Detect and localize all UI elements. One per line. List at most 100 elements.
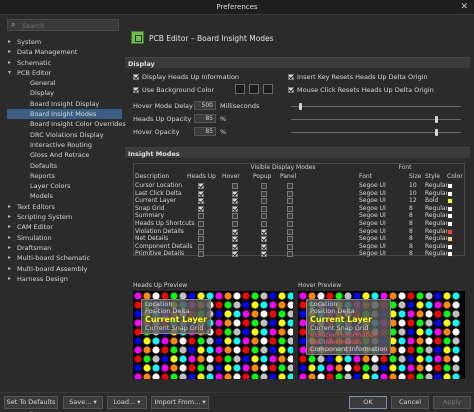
hover-checkbox[interactable] (232, 190, 238, 197)
expand-arrow-icon[interactable]: ▾ (8, 68, 11, 78)
font-color-swatch[interactable] (447, 228, 453, 235)
table-row[interactable]: Primitive Details Segoe UI 8 Regular (133, 250, 465, 258)
tree-item[interactable]: ▸ Multi-board Assembly (7, 264, 122, 274)
tree-item[interactable]: ▸ Schematic (7, 58, 122, 68)
tree-item[interactable]: Models (7, 191, 122, 201)
heads-checkbox[interactable] (198, 243, 204, 250)
use-background-color-checkbox[interactable] (133, 87, 139, 93)
mouse-click-resets-checkbox[interactable] (288, 87, 294, 93)
expand-arrow-icon[interactable]: ▸ (8, 222, 11, 232)
hover-checkbox[interactable] (232, 228, 238, 235)
tree-item[interactable]: ▸ Multi-board Schematic (7, 253, 122, 263)
font-color-swatch[interactable] (447, 183, 453, 189)
hover-checkbox[interactable] (232, 205, 238, 212)
background-color-swatch-1[interactable] (235, 84, 245, 94)
font-color-swatch[interactable] (447, 243, 453, 250)
heads-checkbox[interactable] (198, 190, 204, 197)
hover-checkbox[interactable] (232, 243, 238, 250)
heads-up-opacity-slider-thumb[interactable] (434, 116, 438, 123)
column-header[interactable]: Hover (222, 173, 240, 181)
heads-checkbox[interactable] (198, 228, 204, 235)
tree-item[interactable]: ▸ Text Editors (7, 202, 122, 212)
heads-up-opacity-input[interactable]: 85 (194, 114, 216, 123)
hover-mode-delay-input[interactable]: 500 (194, 101, 216, 110)
panel-checkbox[interactable] (287, 213, 293, 220)
popup-checkbox[interactable] (261, 243, 267, 250)
font-color-swatch[interactable] (447, 205, 453, 212)
popup-checkbox[interactable] (261, 228, 267, 235)
tree-item[interactable]: Display (7, 88, 122, 98)
hover-checkbox[interactable] (232, 183, 238, 189)
column-header[interactable]: Heads Up (187, 173, 216, 181)
panel-checkbox[interactable] (287, 251, 293, 258)
font-color-swatch[interactable] (447, 213, 453, 220)
set-to-defaults-button[interactable]: Set To Defaults ▾ (4, 396, 58, 412)
tree-item[interactable]: Interactive Routing (7, 140, 122, 150)
apply-button[interactable]: Apply (433, 396, 471, 409)
panel-checkbox[interactable] (287, 243, 293, 250)
load-button[interactable]: Load... ▾ (107, 396, 147, 409)
hover-delay-slider-thumb[interactable] (298, 103, 302, 110)
hover-opacity-input[interactable]: 85 (194, 127, 216, 136)
heads-checkbox[interactable] (198, 213, 204, 220)
expand-arrow-icon[interactable]: ▸ (8, 264, 11, 274)
popup-checkbox[interactable] (261, 221, 267, 227)
heads-checkbox[interactable] (198, 183, 204, 189)
font-color-swatch[interactable] (447, 236, 453, 243)
hover-checkbox[interactable] (232, 221, 238, 227)
column-header[interactable]: Style (425, 173, 440, 181)
expand-arrow-icon[interactable]: ▸ (8, 58, 11, 68)
column-header[interactable]: Color (447, 173, 463, 181)
popup-checkbox[interactable] (261, 213, 267, 220)
heads-checkbox[interactable] (198, 221, 204, 227)
search-box[interactable]: ⌕ (7, 19, 119, 31)
hover-checkbox[interactable] (232, 236, 238, 243)
heads-checkbox[interactable] (198, 198, 204, 205)
tree-item[interactable]: Board Insight Modes (7, 109, 122, 120)
tree-item[interactable]: ▸ Harness Design (7, 274, 122, 284)
expand-arrow-icon[interactable]: ▸ (8, 202, 11, 212)
tree-item[interactable]: Board Insight Display (7, 99, 122, 109)
tree-item[interactable]: Layer Colors (7, 181, 122, 191)
tree-item[interactable]: ▸ Draftsman (7, 243, 122, 253)
tree-item[interactable]: ▸ Data Management (7, 47, 122, 57)
close-icon[interactable]: ✕ (460, 2, 468, 12)
font-color-swatch[interactable] (447, 190, 453, 197)
expand-arrow-icon[interactable]: ▸ (8, 274, 11, 284)
popup-checkbox[interactable] (261, 198, 267, 205)
expand-arrow-icon[interactable]: ▸ (8, 212, 11, 222)
heads-checkbox[interactable] (198, 251, 204, 258)
column-header[interactable]: Description (135, 173, 169, 181)
panel-checkbox[interactable] (287, 236, 293, 243)
insert-key-resets-checkbox[interactable] (288, 74, 294, 80)
font-color-swatch[interactable] (447, 221, 453, 227)
panel-checkbox[interactable] (287, 205, 293, 212)
tree-item[interactable]: Defaults (7, 161, 122, 171)
panel-checkbox[interactable] (287, 198, 293, 205)
tree-item[interactable]: ▸ CAM Editor (7, 222, 122, 232)
expand-arrow-icon[interactable]: ▸ (8, 243, 11, 253)
font-color-swatch[interactable] (447, 251, 453, 258)
tree-item[interactable]: ▾ PCB Editor (7, 68, 122, 78)
panel-checkbox[interactable] (287, 221, 293, 227)
tree-item[interactable]: DRC Violations Display (7, 130, 122, 140)
font-color-swatch[interactable] (447, 198, 453, 205)
tree-item[interactable]: ▸ Simulation (7, 233, 122, 243)
hover-checkbox[interactable] (232, 213, 238, 220)
expand-arrow-icon[interactable]: ▸ (8, 47, 11, 57)
heads-checkbox[interactable] (198, 236, 204, 243)
cancel-button[interactable]: Cancel (391, 396, 429, 409)
popup-checkbox[interactable] (261, 205, 267, 212)
tree-item[interactable]: Board Insight Color Overrides (7, 119, 126, 129)
ok-button[interactable]: OK (349, 396, 387, 409)
tree-item[interactable]: ▸ Scripting System (7, 212, 122, 222)
column-header[interactable]: Panel (280, 173, 296, 181)
panel-checkbox[interactable] (287, 228, 293, 235)
tree-item[interactable]: Reports (7, 171, 122, 181)
tree-item[interactable]: ▸ System (7, 37, 122, 47)
panel-checkbox[interactable] (287, 190, 293, 197)
column-header[interactable]: Popup (253, 173, 272, 181)
import-from-button[interactable]: Import From... ▾ (151, 396, 209, 409)
expand-arrow-icon[interactable]: ▸ (8, 233, 11, 243)
expand-arrow-icon[interactable]: ▸ (8, 253, 11, 263)
